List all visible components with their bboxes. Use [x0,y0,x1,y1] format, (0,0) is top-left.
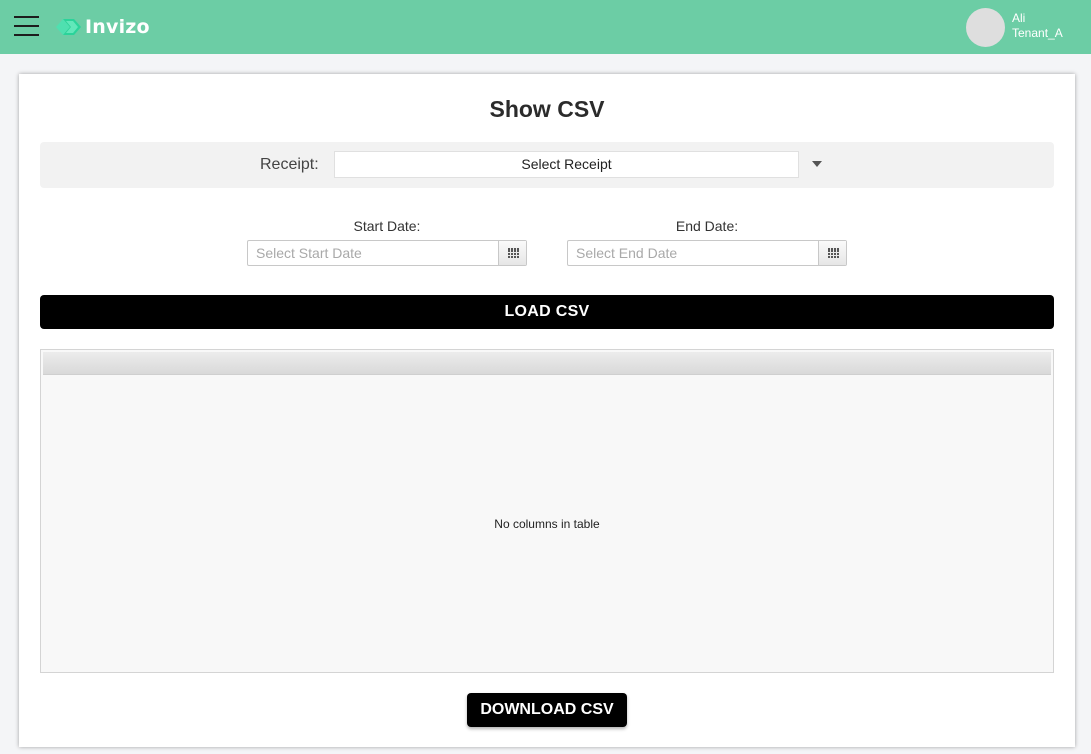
user-avatar[interactable] [966,8,1005,47]
start-date-group: Start Date: [247,218,527,266]
user-tenant: Tenant_A [1012,26,1063,40]
brand-name: Invizo [85,16,150,38]
end-date-calendar-button[interactable] [818,241,846,265]
table-header [43,352,1051,375]
end-date-input[interactable] [568,241,819,265]
receipt-filter-row: Receipt: Select Receipt [40,142,1054,188]
start-date-input[interactable] [248,241,499,265]
calendar-icon [508,248,519,258]
show-csv-card: Show CSV Receipt: Select Receipt Start D… [19,74,1075,747]
end-date-field [567,240,847,266]
caret-down-icon[interactable] [812,161,822,167]
receipt-select[interactable]: Select Receipt [334,151,799,178]
page-title: Show CSV [489,96,605,122]
download-csv-button[interactable]: DOWNLOAD CSV [467,693,627,727]
receipt-label: Receipt: [260,156,319,173]
table-empty-message: No columns in table [494,517,600,531]
end-date-label: End Date: [675,218,739,234]
calendar-icon [828,248,839,258]
user-info[interactable]: Ali Tenant_A [1012,11,1063,41]
start-date-label: Start Date: [353,218,421,234]
hamburger-menu-icon[interactable] [14,16,39,36]
start-date-calendar-button[interactable] [498,241,526,265]
end-date-group: End Date: [567,218,847,266]
user-name: Ali [1012,11,1026,25]
invizo-logo-icon [54,15,84,39]
load-csv-button[interactable]: LOAD CSV [40,295,1054,329]
top-navbar: Invizo Ali Tenant_A [0,0,1091,54]
brand-logo[interactable]: Invizo [54,14,150,40]
start-date-field [247,240,527,266]
csv-table: No columns in table [40,349,1054,673]
